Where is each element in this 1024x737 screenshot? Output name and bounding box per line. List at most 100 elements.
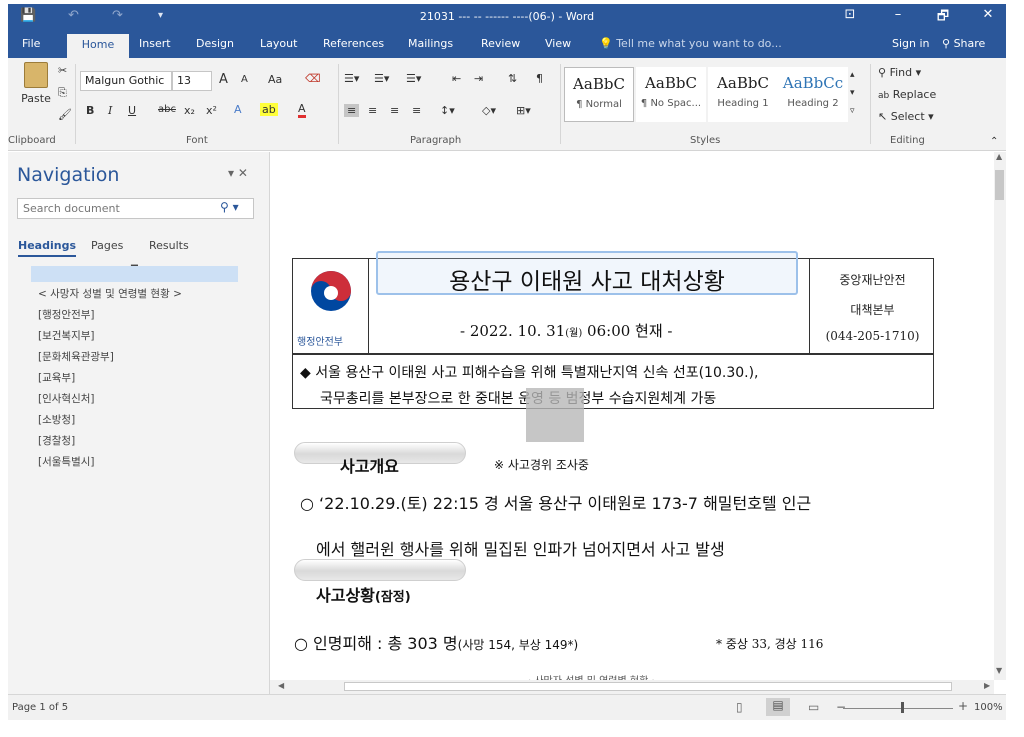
collapse-ribbon-icon[interactable]: ⌃ [990,136,998,147]
nav-search-input[interactable]: Search document [17,198,254,219]
nav-tab-headings[interactable]: Headings [18,239,76,257]
multilevel-list-icon[interactable]: ☰▾ [406,72,421,85]
tab-insert[interactable]: Insert [139,37,171,50]
strikethrough-button[interactable]: abc [158,104,176,115]
numbering-icon[interactable]: ☰▾ [374,72,389,85]
scroll-down-icon[interactable]: ▼ [996,666,1002,675]
align-right-icon[interactable]: ≡ [390,104,399,117]
justify-icon[interactable]: ≡ [412,104,421,117]
tell-me-input[interactable]: 💡 Tell me what you want to do... [599,37,782,50]
styles-scroll-up-icon[interactable]: ▴ [850,70,855,80]
styles-scroll-down-icon[interactable]: ▾ [850,88,855,98]
zoom-slider-thumb[interactable] [901,702,904,713]
tab-view[interactable]: View [545,37,571,50]
page-count[interactable]: Page 1 of 5 [12,702,68,713]
nav-heading-item[interactable]: [문화체육관광부] [38,349,114,364]
tab-references[interactable]: References [323,37,384,50]
shrink-font-icon[interactable]: A [241,74,248,85]
replace-button[interactable]: ab Replace [878,88,936,101]
font-color-icon[interactable]: A [298,103,306,118]
cut-icon[interactable]: ✂ [58,64,67,77]
tab-file[interactable]: File [22,37,40,50]
nav-heading-item[interactable]: [서울특별시] [38,454,95,469]
select-button[interactable]: ↖ Select ▾ [878,110,934,123]
scroll-thumb[interactable] [344,682,952,691]
nav-heading-item[interactable]: [소방청] [38,412,75,427]
zoom-slider[interactable] [843,708,953,709]
bullets-icon[interactable]: ☰▾ [344,72,359,85]
format-painter-icon[interactable]: 🖌 [58,108,72,121]
search-icon[interactable]: ⚲ ▾ [220,200,239,214]
increase-indent-icon[interactable]: ⇥ [474,72,483,85]
align-left-icon[interactable]: ≡ [344,104,360,117]
styles-more-icon[interactable]: ▿ [850,106,855,116]
scroll-left-icon[interactable]: ◀ [278,681,284,690]
style-heading-1[interactable]: AaBbC Heading 1 [708,67,778,122]
clear-formatting-icon[interactable]: ⌫ [305,72,321,85]
horizontal-scrollbar[interactable]: ◀ ▶ [270,680,994,694]
copy-icon[interactable]: ⎘ [58,86,67,100]
hq-name-line2: 대책본부 [850,303,895,317]
align-center-icon[interactable]: ≡ [368,104,377,117]
sign-in-link[interactable]: Sign in [892,37,930,50]
nav-selected-heading[interactable]: ▔ [31,266,238,282]
nav-heading-item[interactable]: [경찰청] [38,433,75,448]
italic-button[interactable]: I [108,104,112,117]
vertical-scrollbar[interactable]: ▲ ▼ [994,152,1006,680]
grow-font-icon[interactable]: A [219,72,228,87]
highlight-icon[interactable]: ab [260,103,278,116]
style-no-spacing[interactable]: AaBbC ¶ No Spac... [636,67,706,122]
nav-close-icon[interactable]: ▾ ✕ [228,166,248,180]
read-mode-icon[interactable]: ▯ [736,700,743,714]
editing-group-label: Editing [890,135,925,146]
nav-tab-results[interactable]: Results [149,239,189,252]
zoom-out-icon[interactable]: − [836,700,846,714]
scroll-thumb[interactable] [995,170,1004,200]
print-layout-icon[interactable]: ▤ [766,698,790,716]
web-layout-icon[interactable]: ▭ [808,700,819,714]
restore-button[interactable]: 🗗 [928,7,958,29]
show-marks-icon[interactable]: ¶ [536,72,543,85]
tab-mailings[interactable]: Mailings [408,37,453,50]
tab-design[interactable]: Design [196,37,234,50]
style-normal[interactable]: AaBbC ¶ Normal [564,67,634,122]
nav-heading-item[interactable]: < 사망자 성별 및 연령별 현황 > [38,286,182,301]
ribbon-tabs: File Home Insert Design Layout Reference… [8,31,1006,58]
nav-heading-item[interactable]: [보건복지부] [38,328,95,343]
find-button[interactable]: ⚲ Find ▾ [878,66,921,79]
nav-heading-item[interactable]: [인사혁신처] [38,391,95,406]
zoom-in-icon[interactable]: + [958,699,968,713]
close-button[interactable]: ✕ [973,7,1003,22]
tab-layout[interactable]: Layout [260,37,297,50]
line-spacing-icon[interactable]: ↕▾ [440,104,455,117]
word-window: 💾 ↶ ↷ ▾ 21031 --- -- ------ ----(06-) - … [8,4,1006,720]
text-effects-icon[interactable]: A [234,103,242,116]
minimize-button[interactable]: – [883,7,913,22]
bold-button[interactable]: B [86,104,94,117]
style-heading-2[interactable]: AaBbCc Heading 2 [778,67,848,122]
superscript-button[interactable]: x² [206,104,217,117]
nav-title: Navigation [17,164,120,186]
tab-review[interactable]: Review [481,37,520,50]
subscript-button[interactable]: x₂ [184,104,195,117]
tab-home[interactable]: Home [67,34,129,58]
font-size-box[interactable]: 13 [172,71,212,91]
nav-tab-pages[interactable]: Pages [91,239,123,252]
style-name: Heading 1 [717,98,769,109]
underline-button[interactable]: U [128,104,136,117]
scroll-up-icon[interactable]: ▲ [996,152,1002,161]
scroll-right-icon[interactable]: ▶ [984,681,990,690]
share-button[interactable]: ⚲ Share [942,37,985,50]
ribbon-display-options-button[interactable]: ⊡ [835,7,865,22]
font-name-box[interactable]: Malgun Gothic [80,71,172,91]
paste-button[interactable]: Paste [14,62,58,105]
change-case-icon[interactable]: Aa [268,73,282,86]
borders-icon[interactable]: ⊞▾ [516,104,531,117]
zoom-level[interactable]: 100% [974,702,1003,713]
sort-icon[interactable]: ⇅ [508,72,517,85]
nav-heading-item[interactable]: [행정안전부] [38,307,95,322]
decrease-indent-icon[interactable]: ⇤ [452,72,461,85]
style-name: ¶ Normal [576,99,622,110]
nav-heading-item[interactable]: [교육부] [38,370,75,385]
shading-icon[interactable]: ◇▾ [482,104,496,117]
